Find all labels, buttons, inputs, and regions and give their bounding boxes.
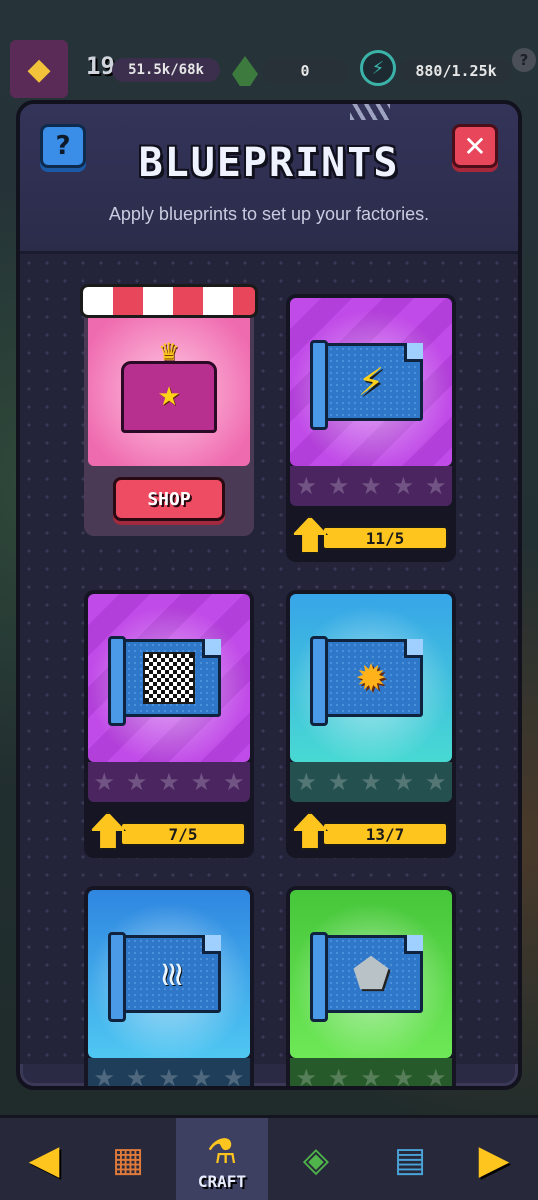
rock-icon: ⬟: [352, 949, 390, 998]
blueprint-card-heat[interactable]: ≀≀≀ ★ ★ ★ ★ ★: [84, 886, 254, 1090]
star-rating: ★ ★ ★ ★ ★: [290, 762, 452, 802]
star-icon: ★: [295, 1064, 317, 1090]
star-icon: ★: [425, 1064, 447, 1090]
star-icon: ★: [223, 768, 245, 796]
star-icon: ★: [157, 382, 181, 412]
star-icon: ★: [392, 1064, 415, 1090]
star-icon: ★: [223, 1064, 245, 1090]
blueprint-scroll-icon: ✹: [310, 636, 423, 726]
star-icon: ★: [425, 472, 447, 500]
card-art: ⚡: [290, 298, 452, 466]
blueprint-scroll-icon: [108, 636, 221, 726]
star-icon: ★: [295, 472, 317, 500]
gem-icon[interactable]: [232, 56, 258, 86]
star-rating: ★ ★ ★ ★ ★: [290, 1058, 452, 1090]
nav-prev-arrow-icon[interactable]: ◀: [14, 1130, 74, 1190]
shop-button[interactable]: SHOP: [113, 477, 225, 521]
card-art: ✹: [290, 594, 452, 762]
blueprint-grid[interactable]: ♛ ★ SHOP ⚡ ★ ★ ★ ★ ★ 11/5 ★ ★ ★ ★ ★ 7/5 …: [20, 254, 518, 1086]
blueprint-count: 11/5: [322, 526, 448, 550]
star-rating: ★ ★ ★ ★ ★: [88, 762, 250, 802]
bottom-nav: ◀ ▦ ⚗ CRAFT ◈ ▤ ▶: [0, 1115, 538, 1200]
modal-header: ? BLUEPRINTS ✕ Apply blueprints to set u…: [20, 104, 518, 254]
top-hud: ◆ 19 51.5k/68k 0 ⚡ 880/1.25k ?: [0, 0, 538, 110]
nav-craft-label[interactable]: CRAFT: [176, 1172, 268, 1191]
star-icon: ★: [425, 768, 447, 796]
xp-bar: 51.5k/68k: [112, 58, 220, 82]
star-icon: ★: [295, 768, 317, 796]
nav-island-icon[interactable]: ◈: [286, 1130, 346, 1190]
heat-waves-icon: ≀≀≀: [158, 954, 185, 994]
card-art: ≀≀≀: [88, 890, 250, 1058]
star-icon: ★: [392, 472, 415, 500]
lightning-icon: ⚡: [357, 360, 385, 404]
card-art: ⬟: [290, 890, 452, 1058]
player-avatar[interactable]: ◆: [10, 40, 68, 98]
energy-icon[interactable]: ⚡: [360, 50, 396, 86]
decorative-lines: [350, 104, 390, 120]
shop-awning: [80, 284, 258, 318]
star-icon: ★: [327, 472, 350, 500]
blueprint-card-lightning[interactable]: ⚡ ★ ★ ★ ★ ★ 11/5: [286, 294, 456, 562]
star-icon: ★: [392, 768, 415, 796]
blueprints-modal: ? BLUEPRINTS ✕ Apply blueprints to set u…: [16, 100, 522, 1090]
shop-card[interactable]: ♛ ★ SHOP: [80, 284, 258, 536]
star-icon: ★: [190, 1064, 213, 1090]
modal-title: BLUEPRINTS: [138, 140, 400, 186]
star-icon: ★: [158, 768, 180, 796]
blueprint-count: 13/7: [322, 822, 448, 846]
star-icon: ★: [360, 768, 382, 796]
nav-next-arrow-icon[interactable]: ▶: [464, 1130, 524, 1190]
blueprint-scroll-icon: ⚡: [310, 340, 423, 430]
modal-subtitle: Apply blueprints to set up your factorie…: [108, 204, 430, 224]
blueprint-scroll-icon: ≀≀≀: [108, 932, 221, 1022]
card-art: [88, 594, 250, 762]
checkered-icon: [143, 652, 195, 704]
close-button[interactable]: ✕: [452, 124, 498, 168]
hud-help-icon[interactable]: ?: [512, 48, 536, 72]
player-level: 19: [86, 52, 115, 80]
star-icon: ★: [93, 1064, 115, 1090]
star-rating: ★ ★ ★ ★ ★: [290, 466, 452, 506]
star-icon: ★: [125, 1064, 148, 1090]
blueprint-scroll-icon: ⬟: [310, 932, 423, 1022]
star-icon: ★: [327, 768, 350, 796]
star-icon: ★: [190, 768, 213, 796]
nav-map-icon[interactable]: ▤: [380, 1130, 440, 1190]
blueprint-count: 7/5: [120, 822, 246, 846]
star-icon: ★: [93, 768, 115, 796]
star-icon: ★: [158, 1064, 180, 1090]
gem-count: 0: [262, 58, 348, 84]
shop-footer: SHOP: [88, 466, 250, 532]
upgrade-progress[interactable]: 13/7: [290, 810, 452, 854]
nav-shop-icon[interactable]: ▦: [98, 1130, 158, 1190]
star-rating: ★ ★ ★ ★ ★: [88, 1058, 250, 1090]
shop-art: ♛ ★: [88, 298, 250, 466]
energy-count: 880/1.25k: [400, 58, 512, 84]
fire-icon: ✹: [355, 656, 387, 700]
star-icon: ★: [360, 1064, 382, 1090]
star-icon: ★: [360, 472, 382, 500]
crown-icon: ♛: [158, 338, 180, 366]
blueprint-card-rock[interactable]: ⬟ ★ ★ ★ ★ ★: [286, 886, 456, 1090]
upgrade-progress[interactable]: 11/5: [290, 514, 452, 558]
treasure-chest-icon: ♛ ★: [121, 338, 217, 433]
star-icon: ★: [327, 1064, 350, 1090]
blueprint-card-fire[interactable]: ✹ ★ ★ ★ ★ ★ 13/7: [286, 590, 456, 858]
blueprint-card-checkered[interactable]: ★ ★ ★ ★ ★ 7/5: [84, 590, 254, 858]
upgrade-progress[interactable]: 7/5: [88, 810, 250, 854]
star-icon: ★: [125, 768, 148, 796]
